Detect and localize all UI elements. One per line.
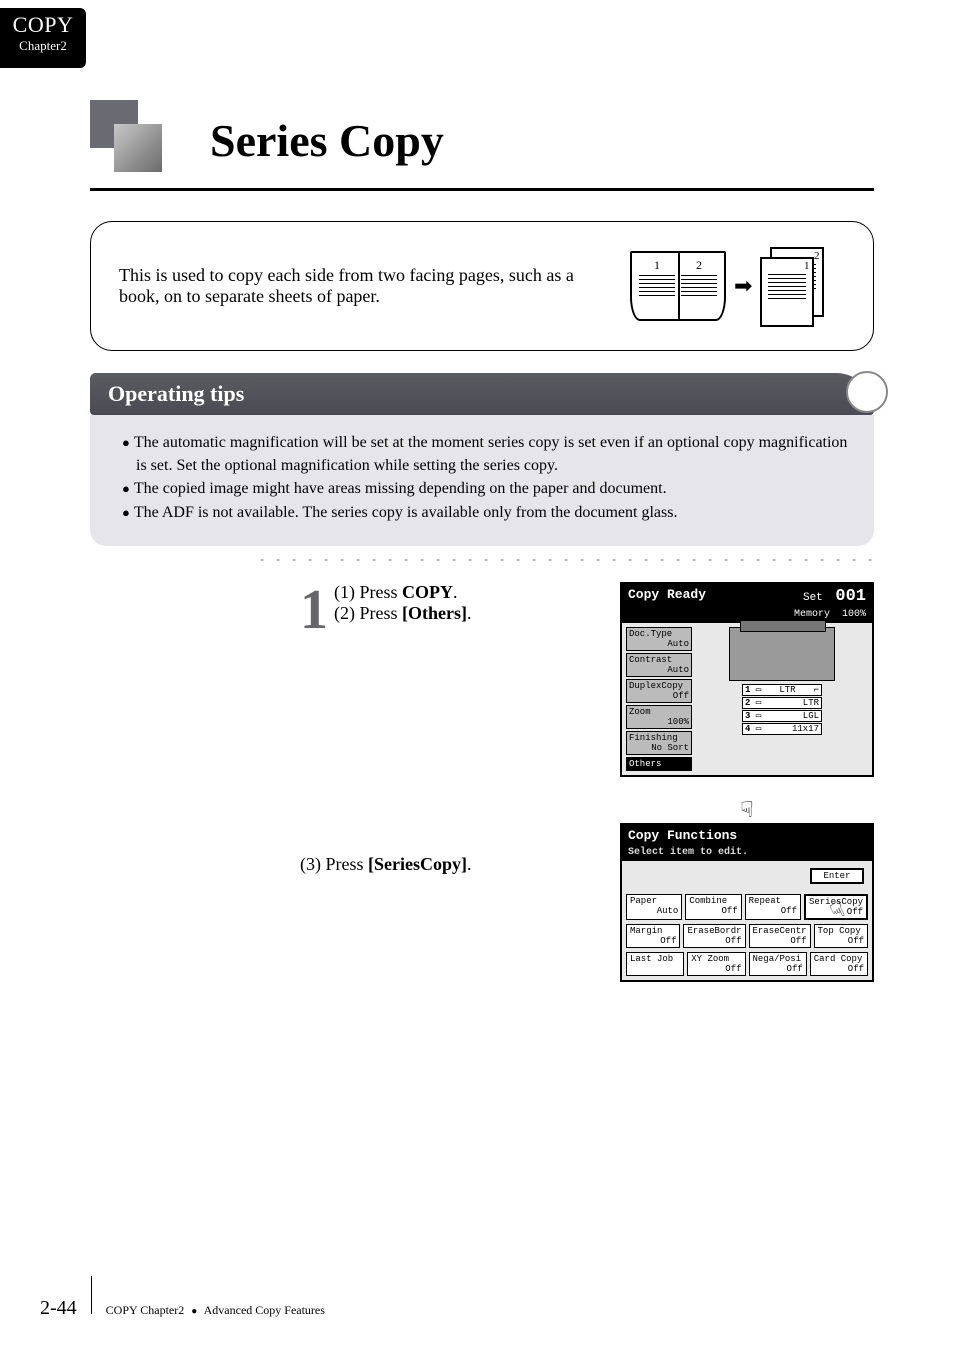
side-finishing-button[interactable]: FinishingNo Sort — [626, 731, 692, 755]
step-number: 1 — [300, 582, 328, 638]
output-sheet-stack: 2 1 — [760, 247, 820, 325]
title-rule — [90, 188, 874, 191]
combine-button[interactable]: CombineOff — [685, 894, 741, 920]
screen1-set-label: Set — [803, 592, 823, 604]
enter-button[interactable]: Enter — [810, 868, 864, 884]
footer-crumb-2: Advanced Copy Features — [204, 1303, 325, 1317]
tip-item: The automatic magnification will be set … — [108, 431, 856, 477]
cardcopy-button[interactable]: Card CopyOff — [810, 952, 868, 976]
step-1b: (2) Press [Others]. — [300, 603, 580, 624]
intro-text: This is used to copy each side from two … — [119, 265, 610, 307]
book-page-left: 1 — [637, 259, 677, 271]
side-contrast-button[interactable]: ContrastAuto — [626, 653, 692, 677]
screen1-title: Copy Ready — [628, 587, 706, 606]
negaposi-button[interactable]: Nega/PosiOff — [749, 952, 807, 976]
erasebordr-button[interactable]: EraseBordrOff — [683, 924, 745, 948]
tips-circle-icon — [846, 371, 888, 413]
book-icon: 1 2 — [630, 251, 726, 321]
margin-button[interactable]: MarginOff — [626, 924, 680, 948]
step-3: (3) Press [SeriesCopy]. — [300, 854, 580, 875]
chapter-tab: COPY Chapter2 — [0, 8, 86, 68]
tray-2[interactable]: 2 ▭LTR — [742, 697, 822, 709]
side-doctype-button[interactable]: Doc.TypeAuto — [626, 627, 692, 651]
section-icon — [90, 100, 180, 180]
operating-tips-bar: Operating tips — [90, 373, 874, 415]
arrow-icon: ➡ — [734, 273, 752, 299]
tray-3[interactable]: 3 ▭LGL — [742, 710, 822, 722]
page-title: Series Copy — [210, 114, 444, 167]
screen2-title: Copy Functions — [628, 828, 737, 843]
footer-separator — [91, 1276, 92, 1314]
xyzoom-button[interactable]: XY ZoomOff — [687, 952, 745, 976]
topcopy-button[interactable]: Top CopyOff — [814, 924, 868, 948]
operating-tips-title: Operating tips — [108, 381, 244, 406]
copy-functions-screen: Copy Functions Select item to edit. Ente… — [620, 823, 874, 982]
chapter-tab-title: COPY — [0, 12, 86, 38]
chapter-tab-sub: Chapter2 — [0, 38, 86, 54]
side-zoom-button[interactable]: Zoom100% — [626, 705, 692, 729]
dotted-divider-h — [254, 558, 874, 562]
screen2-subtitle: Select item to edit. — [628, 847, 748, 858]
tray-1[interactable]: 1 ▭LTR⌐ — [742, 684, 822, 696]
side-duplex-button[interactable]: DuplexCopyOff — [626, 679, 692, 703]
sheet-front-num: 1 — [762, 259, 812, 271]
intro-diagram: 1 2 ➡ 2 1 — [630, 246, 845, 326]
page-footer: 2-44 COPY Chapter2 ● Advanced Copy Featu… — [40, 1276, 325, 1320]
tip-item: The ADF is not available. The series cop… — [108, 501, 856, 524]
screen1-set-value: 001 — [829, 587, 866, 606]
book-page-right: 2 — [679, 259, 719, 271]
seriescopy-button[interactable]: SeriesCopyOff — [804, 894, 868, 920]
tray-4[interactable]: 4 ▭11x17 — [742, 723, 822, 735]
hand-pointer-icon: ☟ — [620, 797, 874, 823]
footer-dot: ● — [187, 1306, 201, 1317]
tip-item: The copied image might have areas missin… — [108, 477, 856, 500]
paper-button[interactable]: PaperAuto — [626, 894, 682, 920]
erasecentr-button[interactable]: EraseCentrOff — [749, 924, 811, 948]
screen1-mem-value: 100% — [842, 609, 866, 620]
footer-crumb-1: COPY Chapter2 — [106, 1303, 185, 1317]
intro-box: This is used to copy each side from two … — [90, 221, 874, 351]
operating-tips-list: The automatic magnification will be set … — [90, 415, 874, 546]
step-1a: (1) Press COPY. — [300, 582, 580, 603]
lastjob-button[interactable]: Last Job — [626, 952, 684, 976]
copier-illustration — [729, 627, 835, 681]
side-others-button[interactable]: Others — [626, 757, 692, 771]
screen1-mem-label: Memory — [794, 609, 830, 620]
page-number: 2-44 — [40, 1297, 77, 1320]
copy-ready-screen: Copy Ready Set 001 Memory 100% Doc.TypeA… — [620, 582, 874, 777]
repeat-button[interactable]: RepeatOff — [745, 894, 801, 920]
